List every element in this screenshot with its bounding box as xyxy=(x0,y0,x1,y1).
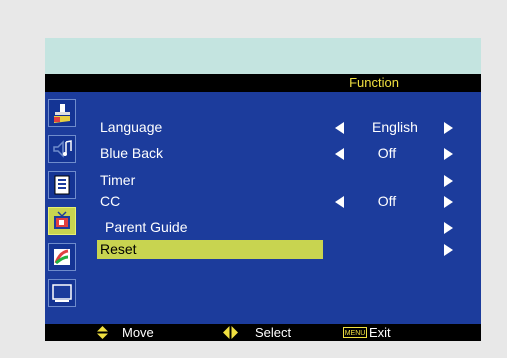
arrow-left-icon[interactable] xyxy=(335,122,344,134)
menu-item-timer[interactable]: Timer xyxy=(97,171,467,190)
menu-item-label: Parent Guide xyxy=(105,219,188,235)
menu-key-icon: MENU xyxy=(343,327,367,338)
arrow-right-icon[interactable] xyxy=(444,244,453,256)
page-title: Function xyxy=(349,75,399,90)
sidebar-item-audio[interactable] xyxy=(48,135,76,163)
arrow-right-icon[interactable] xyxy=(444,175,453,187)
arrow-right-icon[interactable] xyxy=(444,122,453,134)
osd-menu-panel: Function Language English Blue Back Off … xyxy=(45,38,481,341)
menu-item-blue-back[interactable]: Blue Back Off xyxy=(97,144,467,163)
menu-item-value: English xyxy=(372,119,418,135)
menu-item-parent-guide[interactable]: Parent Guide xyxy=(97,218,467,237)
up-down-arrow-icon xyxy=(97,326,108,339)
picture-adjust-icon xyxy=(54,104,70,123)
top-band xyxy=(45,38,481,74)
channel-list-icon xyxy=(54,175,70,195)
select-label: Select xyxy=(255,325,292,340)
arrow-right-icon[interactable] xyxy=(444,222,453,234)
sidebar-item-display[interactable] xyxy=(48,279,76,307)
sidebar-item-function[interactable] xyxy=(48,207,76,235)
menu-item-label: CC xyxy=(100,193,121,209)
menu-item-label: Language xyxy=(100,119,163,135)
menu-item-value: Off xyxy=(377,145,397,161)
menu-item-label: Blue Back xyxy=(100,145,164,161)
menu-item-label: Reset xyxy=(100,241,137,257)
left-right-arrow-icon xyxy=(223,326,238,339)
footer-help-bar: Move Select MENU Exit xyxy=(45,324,481,341)
menu-item-cc[interactable]: CC Off xyxy=(97,192,467,211)
arrow-left-icon[interactable] xyxy=(335,148,344,160)
display-icon xyxy=(52,284,72,302)
audio-icon xyxy=(53,140,72,158)
tv-function-icon xyxy=(54,211,70,229)
menu-item-label: Timer xyxy=(100,172,136,188)
color-setup-icon xyxy=(54,249,70,265)
sidebar xyxy=(45,92,81,324)
arrow-left-icon[interactable] xyxy=(335,196,344,208)
menu-item-value: Off xyxy=(377,193,397,209)
sidebar-item-channel[interactable] xyxy=(48,171,76,199)
sidebar-item-color[interactable] xyxy=(48,243,76,271)
exit-label: Exit xyxy=(369,325,391,340)
sidebar-item-picture[interactable] xyxy=(48,99,76,127)
arrow-right-icon[interactable] xyxy=(444,148,453,160)
move-label: Move xyxy=(122,325,154,340)
menu-item-language[interactable]: Language English xyxy=(97,118,467,137)
arrow-right-icon[interactable] xyxy=(444,196,453,208)
menu-item-reset[interactable]: Reset xyxy=(97,240,467,259)
